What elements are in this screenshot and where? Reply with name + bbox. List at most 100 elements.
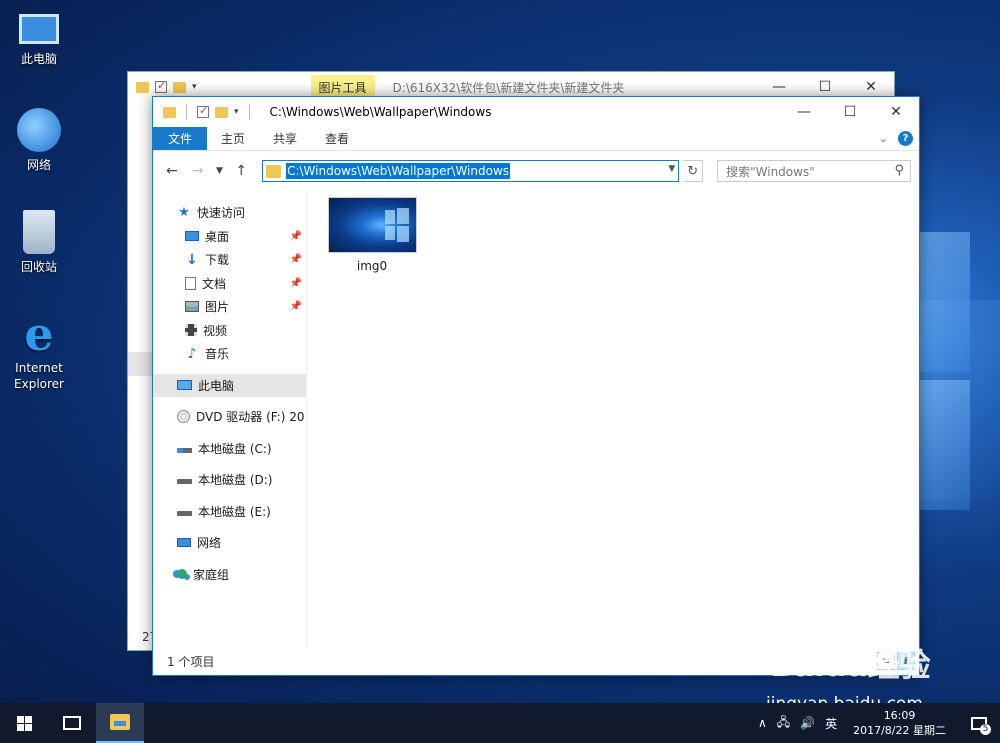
nav-item-documents[interactable]: 文档 📌 bbox=[153, 272, 306, 296]
refresh-icon[interactable]: ↻ bbox=[683, 160, 704, 182]
recycle-bin-icon bbox=[23, 210, 55, 254]
nav-label: 本地磁盘 (C:) bbox=[198, 441, 272, 456]
system-tray: ∧ 🖧 🔊 英 16:09 2017/8/22 星期二 5 bbox=[758, 703, 1000, 743]
search-input[interactable]: 搜索"Windows" ⚲ bbox=[717, 160, 911, 182]
up-arrow-icon[interactable]: ↑ bbox=[230, 160, 252, 182]
maximize-icon[interactable]: ☐ bbox=[827, 97, 873, 127]
action-center-button[interactable]: 5 bbox=[962, 703, 996, 743]
search-placeholder: 搜索"Windows" bbox=[726, 164, 815, 179]
nav-label: 网络 bbox=[197, 536, 222, 551]
file-name: img0 bbox=[356, 259, 388, 273]
pin-icon[interactable]: 📌 bbox=[290, 278, 302, 289]
desktop-icon-label: 网络 bbox=[26, 158, 51, 172]
properties-icon[interactable] bbox=[155, 79, 167, 93]
pin-icon[interactable]: 📌 bbox=[290, 254, 302, 265]
nav-label: 此电脑 bbox=[198, 378, 235, 393]
nav-item-homegroup[interactable]: 家庭组 bbox=[153, 563, 306, 587]
video-film-icon bbox=[185, 324, 197, 337]
folder-icon bbox=[266, 164, 282, 178]
recent-locations-dropdown-icon[interactable]: ▼ bbox=[213, 160, 227, 182]
tab-share[interactable]: 共享 bbox=[259, 127, 311, 150]
new-folder-icon[interactable] bbox=[215, 106, 228, 118]
desktop-icon-internet-explorer[interactable]: e Internet Explorer bbox=[2, 311, 76, 392]
address-bar[interactable]: C:\Windows\Web\Wallpaper\Windows ▼ bbox=[262, 160, 680, 182]
quick-access-dropdown-icon[interactable]: ▾ bbox=[192, 82, 197, 92]
nav-item-dvd-drive[interactable]: DVD 驱动器 (F:) 201 bbox=[153, 405, 306, 429]
document-icon bbox=[185, 276, 196, 290]
pin-icon[interactable]: 📌 bbox=[290, 231, 302, 242]
explorer-body: ★ 快速访问 桌面 📌 ↓ 下载 📌 文档 📌 图片 📌 视频 ♪ 音乐 此电脑… bbox=[153, 191, 919, 647]
folder-icon bbox=[163, 106, 176, 118]
nav-item-this-pc[interactable]: 此电脑 bbox=[153, 373, 306, 397]
network-wired-icon[interactable]: 🖧 bbox=[777, 713, 790, 734]
nav-item-music[interactable]: ♪ 音乐 bbox=[153, 342, 306, 366]
dvd-disc-icon bbox=[177, 410, 190, 424]
nav-label: 文档 bbox=[202, 276, 227, 291]
taskbar: ∧ 🖧 🔊 英 16:09 2017/8/22 星期二 5 bbox=[0, 703, 1000, 743]
network-icon bbox=[177, 538, 191, 548]
item-count: 1 个项目 bbox=[167, 654, 215, 669]
nav-item-desktop[interactable]: 桌面 📌 bbox=[153, 225, 306, 249]
nav-item-quick-access[interactable]: ★ 快速访问 bbox=[153, 201, 306, 225]
volume-icon[interactable]: 🔊 bbox=[800, 716, 815, 730]
search-icon[interactable]: ⚲ bbox=[894, 163, 904, 178]
desktop-icon-label: 此电脑 bbox=[20, 52, 57, 66]
address-input[interactable]: C:\Windows\Web\Wallpaper\Windows bbox=[286, 163, 511, 179]
desktop-icon-recycle-bin[interactable]: 回收站 bbox=[2, 210, 76, 275]
close-icon[interactable]: ✕ bbox=[873, 97, 919, 127]
tab-home[interactable]: 主页 bbox=[207, 127, 259, 150]
wallpaper-logo-pane bbox=[920, 232, 970, 372]
properties-icon[interactable] bbox=[197, 104, 209, 118]
music-note-icon: ♪ bbox=[187, 345, 197, 362]
nav-item-drive-d[interactable]: 本地磁盘 (D:) bbox=[153, 468, 306, 492]
start-button[interactable] bbox=[0, 703, 48, 743]
input-language[interactable]: 英 bbox=[825, 715, 837, 732]
nav-item-downloads[interactable]: ↓ 下载 📌 bbox=[153, 248, 306, 272]
title-bar[interactable]: ▾ C:\Windows\Web\Wallpaper\Windows — ☐ ✕ bbox=[153, 97, 919, 127]
nav-item-drive-c[interactable]: 本地磁盘 (C:) bbox=[153, 437, 306, 461]
nav-label: 图片 bbox=[205, 300, 230, 315]
clock[interactable]: 16:09 2017/8/22 星期二 bbox=[847, 708, 952, 738]
taskbar-file-explorer[interactable] bbox=[96, 703, 144, 743]
tab-view[interactable]: 查看 bbox=[311, 127, 363, 150]
task-view-button[interactable] bbox=[48, 703, 96, 743]
back-window-path: D:\616X32\软件包\新建文件夹\新建文件夹 bbox=[392, 80, 625, 95]
file-list: img0 bbox=[307, 191, 919, 647]
minimize-icon[interactable]: — bbox=[781, 97, 827, 127]
pin-icon[interactable]: 📌 bbox=[290, 301, 302, 312]
image-thumbnail bbox=[327, 197, 417, 253]
wallpaper-logo-pane bbox=[920, 380, 970, 510]
help-icon[interactable]: ? bbox=[898, 131, 913, 146]
show-hidden-icons-chevron-icon[interactable]: ∧ bbox=[758, 716, 767, 730]
window-controls: — ☐ ✕ bbox=[781, 97, 919, 127]
nav-item-videos[interactable]: 视频 bbox=[153, 319, 306, 343]
navigation-pane: ★ 快速访问 桌面 📌 ↓ 下载 📌 文档 📌 图片 📌 视频 ♪ 音乐 此电脑… bbox=[153, 191, 307, 647]
star-icon: ★ bbox=[178, 204, 190, 220]
explorer-window[interactable]: ▾ C:\Windows\Web\Wallpaper\Windows — ☐ ✕… bbox=[152, 96, 920, 676]
address-dropdown-icon[interactable]: ▼ bbox=[668, 164, 675, 174]
nav-label: 桌面 bbox=[205, 229, 230, 244]
file-item-img0[interactable]: img0 bbox=[327, 197, 417, 273]
ribbon-tabs: 文件 主页 共享 查看 ⌄ ? bbox=[153, 127, 919, 151]
expand-ribbon-icon[interactable]: ⌄ bbox=[879, 132, 888, 145]
desktop-icon-network[interactable]: 网络 bbox=[2, 108, 76, 173]
nav-label: 下载 bbox=[205, 253, 230, 268]
nav-item-network[interactable]: 网络 bbox=[153, 531, 306, 555]
desktop-icon-this-pc[interactable]: 此电脑 bbox=[2, 8, 76, 67]
window-title: C:\Windows\Web\Wallpaper\Windows bbox=[269, 105, 492, 119]
new-folder-icon[interactable] bbox=[173, 81, 186, 93]
nav-label: 本地磁盘 (D:) bbox=[198, 473, 273, 488]
desktop-icon bbox=[185, 231, 199, 242]
nav-item-pictures[interactable]: 图片 📌 bbox=[153, 295, 306, 319]
nav-label: DVD 驱动器 (F:) 201 bbox=[196, 410, 306, 425]
tab-file[interactable]: 文件 bbox=[153, 127, 208, 150]
forward-arrow-icon[interactable]: → bbox=[187, 160, 209, 182]
hard-drive-icon bbox=[177, 479, 192, 485]
nav-item-drive-e[interactable]: 本地磁盘 (E:) bbox=[153, 500, 306, 524]
windows-logo-icon bbox=[16, 715, 32, 731]
back-arrow-icon[interactable]: ← bbox=[161, 160, 183, 182]
computer-icon bbox=[19, 14, 59, 44]
baidu-watermark: Baidu经验 bbox=[770, 646, 931, 684]
clock-date: 2017/8/22 星期二 bbox=[853, 724, 946, 737]
quick-access-dropdown-icon[interactable]: ▾ bbox=[234, 107, 239, 117]
